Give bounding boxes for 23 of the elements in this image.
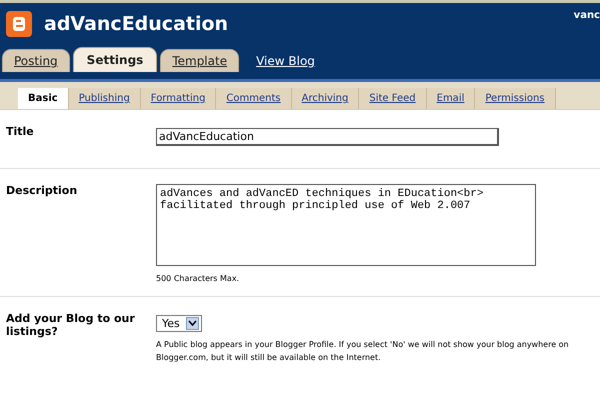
- subnav-tab[interactable]: Basic: [18, 88, 69, 109]
- subnav-tab[interactable]: Publishing: [68, 88, 141, 109]
- field-label: Add your Blog to our listings?: [6, 312, 136, 340]
- tab[interactable]: Posting: [2, 49, 70, 72]
- tab[interactable]: Template: [160, 49, 240, 72]
- blogger-logo-icon: [6, 11, 32, 37]
- listing-dropdown[interactable]: Yes: [156, 314, 202, 332]
- tab[interactable]: Settings: [72, 47, 158, 72]
- help-text: 500 Characters Max.: [156, 273, 240, 285]
- description-field[interactable]: adVances and adVancED techniques in EDucation<br> facilitated through principled use of Web 2.007: [156, 184, 536, 266]
- view-blog-link[interactable]: View Blog: [242, 50, 329, 72]
- user-name: vanc: [574, 10, 600, 21]
- field-label: Description: [6, 184, 78, 199]
- help-text: A Public blog appears in your Blogger Profile. If you select 'No' we will not show your blog anywhere on Blogger.com, but it will still be available on the Internet.: [156, 338, 570, 364]
- subnav-tab[interactable]: Formatting: [140, 88, 216, 109]
- subnav-tab[interactable]: Email: [426, 88, 476, 109]
- subnav-tab[interactable]: Comments: [216, 88, 292, 109]
- subnav-tab[interactable]: Archiving: [292, 88, 360, 109]
- title-field[interactable]: adVancEducation: [156, 128, 499, 146]
- subnav-tab[interactable]: Permissions: [475, 88, 556, 109]
- subnav-tab[interactable]: Site Feed: [359, 88, 427, 109]
- blog-title: adVancEducation: [44, 13, 228, 35]
- field-label: Title: [6, 125, 35, 140]
